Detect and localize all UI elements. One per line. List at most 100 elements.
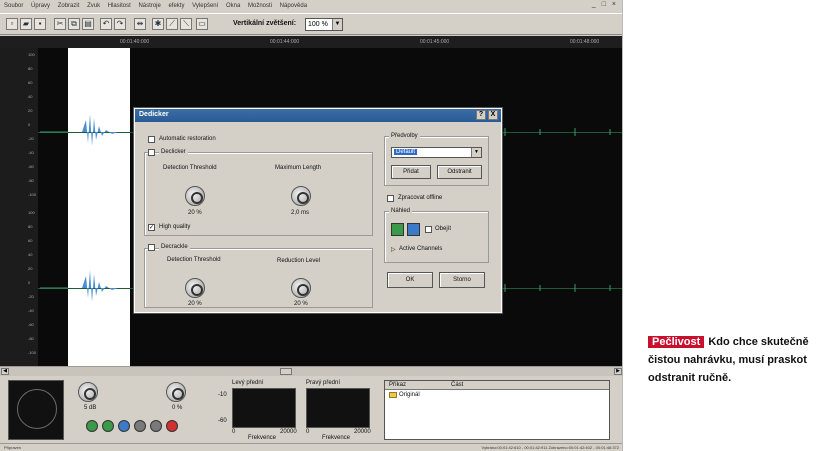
chevron-down-icon: ▼ bbox=[332, 19, 342, 30]
timeline-label: 00:01:48:000 bbox=[570, 39, 600, 45]
save-icon[interactable]: ▪ bbox=[34, 18, 46, 30]
menu-item-nastroje[interactable]: Nástroje bbox=[138, 3, 160, 9]
decrackle-threshold-label: Detection Threshold bbox=[167, 257, 221, 263]
spectrum-x-right: 20000 bbox=[280, 429, 297, 435]
maximum-length-value: 2,0 ms bbox=[291, 210, 310, 216]
bypass-checkbox[interactable] bbox=[425, 226, 432, 233]
frequency-label: Frekvence bbox=[322, 435, 351, 441]
ok-button[interactable]: OK bbox=[387, 272, 433, 288]
dedicker-dialog: Dedicker ? X Automatic restoration Decli… bbox=[133, 107, 503, 314]
volume-value: 5 dB bbox=[84, 405, 97, 411]
history-list[interactable]: Příkaz Část Originál bbox=[384, 380, 610, 440]
automatic-restoration-checkbox[interactable] bbox=[148, 136, 155, 143]
active-channels-link[interactable]: Active Channels bbox=[399, 246, 442, 252]
timeline-ruler[interactable]: 00:01:40:000 00:01:44:000 00:01:45:000 0… bbox=[0, 36, 622, 48]
preset-value: Default bbox=[394, 149, 418, 155]
declicker-checkbox[interactable] bbox=[148, 149, 155, 156]
detection-threshold-knob[interactable] bbox=[185, 186, 205, 206]
decrackle-label: Decrackle bbox=[159, 244, 190, 250]
preview-group bbox=[384, 211, 489, 263]
volume-knob[interactable] bbox=[78, 382, 98, 402]
copy-icon[interactable]: ⧉ bbox=[68, 18, 80, 30]
marker-icon[interactable]: ✱ bbox=[152, 18, 164, 30]
redo-icon[interactable]: ↷ bbox=[114, 18, 126, 30]
menu-item-zvuk[interactable]: Zvuk bbox=[87, 3, 100, 9]
decrackle-checkbox[interactable] bbox=[148, 244, 155, 251]
vectorscope bbox=[8, 380, 64, 440]
preview-play-icon[interactable] bbox=[391, 223, 404, 236]
timeline-label: 00:01:40:000 bbox=[120, 39, 150, 45]
remove-preset-button[interactable]: Odstranit bbox=[437, 165, 482, 179]
chevron-down-icon: ▼ bbox=[471, 148, 481, 157]
paste-icon[interactable]: ▤ bbox=[82, 18, 94, 30]
fade-out-icon[interactable]: ⟍ bbox=[180, 18, 192, 30]
status-left: Připraven bbox=[4, 445, 22, 450]
menu-item-efekty[interactable]: efekty bbox=[168, 3, 184, 9]
menu-item-vylepseni[interactable]: Vylepšení bbox=[192, 3, 218, 9]
fade-in-icon[interactable]: ⟋ bbox=[166, 18, 178, 30]
reduction-level-knob[interactable] bbox=[291, 278, 311, 298]
right-spectrum bbox=[306, 388, 370, 428]
pause-icon[interactable] bbox=[134, 420, 146, 432]
play-selection-icon[interactable] bbox=[102, 420, 114, 432]
status-right: Vybráno:00:01:42:610 - 00:01:42:911 Zobr… bbox=[481, 445, 619, 450]
left-spectrum bbox=[232, 388, 296, 428]
scroll-right-icon[interactable]: ▶ bbox=[614, 368, 622, 375]
frequency-label: Frekvence bbox=[248, 435, 277, 441]
window-controls[interactable]: _ □ × bbox=[592, 1, 618, 8]
offline-label: Zpracovat offline bbox=[398, 195, 443, 201]
menu-item-moznosti[interactable]: Možnosti bbox=[248, 3, 272, 9]
help-button[interactable]: ? bbox=[476, 110, 486, 120]
app-screenshot: Soubor Úpravy Zobrazit Zvuk Hlasitost Ná… bbox=[0, 0, 623, 451]
loop-icon[interactable] bbox=[118, 420, 130, 432]
maximum-length-knob[interactable] bbox=[291, 186, 311, 206]
spectrum-x-right: 20000 bbox=[354, 429, 371, 435]
reduction-level-value: 20 % bbox=[294, 301, 308, 307]
document-icon[interactable]: ▭ bbox=[196, 18, 208, 30]
cut-icon[interactable]: ✂ bbox=[54, 18, 66, 30]
stop-icon[interactable] bbox=[150, 420, 162, 432]
close-button[interactable]: X bbox=[488, 110, 498, 120]
menu-bar: Soubor Úpravy Zobrazit Zvuk Hlasitost Ná… bbox=[0, 0, 622, 13]
spectrum-x-left: 0 bbox=[232, 429, 236, 435]
zoom-value: 100 % bbox=[308, 21, 328, 28]
horizontal-scrollbar[interactable]: ◀ ▶ bbox=[0, 366, 622, 376]
expand-arrow-icon[interactable]: ▷ bbox=[391, 246, 396, 253]
automatic-restoration-label: Automatic restoration bbox=[159, 136, 216, 142]
pan-knob[interactable] bbox=[166, 382, 186, 402]
offline-checkbox[interactable] bbox=[387, 195, 394, 202]
high-quality-checkbox[interactable]: ✓ bbox=[148, 224, 155, 231]
list-header-part: Část bbox=[451, 382, 464, 388]
record-icon[interactable] bbox=[166, 420, 178, 432]
timeline-label: 00:01:44:000 bbox=[270, 39, 300, 45]
open-folder-icon[interactable]: ▰ bbox=[20, 18, 32, 30]
undo-icon[interactable]: ↶ bbox=[100, 18, 112, 30]
new-file-icon[interactable]: ▫ bbox=[6, 18, 18, 30]
dialog-title-bar: Dedicker ? X bbox=[135, 109, 501, 122]
status-bar: Připraven Vybráno:00:01:42:610 - 00:01:4… bbox=[0, 443, 622, 451]
preview-loop-icon[interactable] bbox=[407, 223, 420, 236]
declicker-label: Declicker bbox=[159, 149, 188, 155]
spectrum-x-left: 0 bbox=[306, 429, 310, 435]
menu-item-napoveda[interactable]: Nápověda bbox=[280, 3, 307, 9]
fit-icon[interactable]: ⇹ bbox=[134, 18, 146, 30]
cancel-button[interactable]: Storno bbox=[439, 272, 485, 288]
list-item[interactable]: Originál bbox=[385, 390, 609, 400]
add-preset-button[interactable]: Přidat bbox=[391, 165, 431, 179]
scroll-left-icon[interactable]: ◀ bbox=[1, 368, 9, 375]
menu-item-zobrazit[interactable]: Zobrazit bbox=[58, 3, 80, 9]
left-front-label: Levý přední bbox=[232, 380, 264, 386]
bottom-panel: 5 dB 0 % Levý přední Pravý přední -10 -6… bbox=[0, 376, 622, 444]
preset-select[interactable]: Default ▼ bbox=[391, 147, 482, 158]
menu-item-hlasitost[interactable]: Hlasitost bbox=[108, 3, 131, 9]
scroll-thumb[interactable] bbox=[280, 368, 292, 375]
zoom-select[interactable]: 100 % ▼ bbox=[305, 18, 343, 31]
decrackle-threshold-value: 20 % bbox=[188, 301, 202, 307]
decrackle-threshold-knob[interactable] bbox=[185, 278, 205, 298]
play-icon[interactable] bbox=[86, 420, 98, 432]
menu-item-upravy[interactable]: Úpravy bbox=[31, 3, 50, 9]
preview-label: Náhled bbox=[389, 208, 413, 214]
article-caption: Pečlivost Kdo chce skutečně čistou nahráv… bbox=[648, 333, 826, 387]
menu-item-okna[interactable]: Okna bbox=[226, 3, 240, 9]
menu-item-soubor[interactable]: Soubor bbox=[4, 3, 23, 9]
